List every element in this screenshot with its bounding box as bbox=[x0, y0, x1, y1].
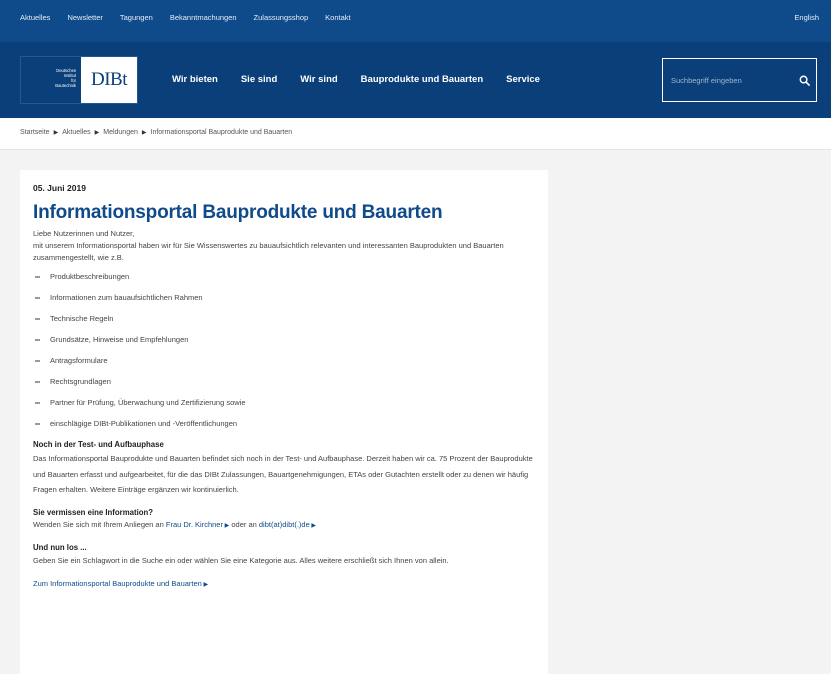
list-item: Antragsformulare bbox=[33, 354, 538, 375]
top-utility-bar: Aktuelles Newsletter Tagungen Bekanntmac… bbox=[0, 0, 831, 42]
search-input[interactable] bbox=[663, 59, 792, 101]
dash-bullet-icon bbox=[35, 423, 40, 425]
breadcrumb-startseite[interactable]: Startseite bbox=[20, 129, 50, 136]
breadcrumb-bar: Startseite ▶ Aktuelles ▶ Meldungen ▶ Inf… bbox=[0, 118, 831, 150]
breadcrumb: Startseite ▶ Aktuelles ▶ Meldungen ▶ Inf… bbox=[20, 129, 292, 136]
dash-bullet-icon bbox=[35, 402, 40, 404]
dash-bullet-icon bbox=[35, 276, 40, 278]
top-nav: Aktuelles Newsletter Tagungen Bekanntmac… bbox=[20, 13, 351, 22]
section-text-test-phase: Das Informationsportal Bauprodukte und B… bbox=[33, 454, 533, 494]
article-greeting: Liebe Nutzerinnen und Nutzer, bbox=[33, 229, 135, 238]
article-content: 05. Juni 2019 Informationsportal Bauprod… bbox=[33, 183, 538, 591]
chevron-right-icon: ▶ bbox=[94, 130, 100, 136]
main-header: Deutsches Institut für Bautechnik DIBt W… bbox=[0, 42, 831, 118]
search-button[interactable] bbox=[792, 59, 816, 101]
main-nav-wir-bieten[interactable]: Wir bieten bbox=[172, 74, 218, 85]
page-title: Informationsportal Bauprodukte und Bauar… bbox=[33, 202, 443, 223]
list-item: Informationen zum bauaufsichtlichen Rahm… bbox=[33, 291, 538, 312]
feature-list: Produktbeschreibungen Informationen zum … bbox=[33, 270, 538, 438]
top-nav-bekanntmachungen[interactable]: Bekanntmachungen bbox=[170, 13, 237, 22]
main-nav: Wir bieten Sie sind Wir sind Bauprodukte… bbox=[172, 74, 540, 85]
section-text-missing-info: Wenden Sie sich mit Ihrem Anliegen an Fr… bbox=[33, 519, 317, 529]
logo-institute-name: Deutsches Institut für Bautechnik bbox=[21, 57, 81, 103]
language-switch[interactable]: English bbox=[794, 13, 819, 22]
chevron-right-icon: ▶ bbox=[309, 522, 317, 529]
search-icon bbox=[799, 75, 810, 86]
section-text-get-started: Geben Sie ein Schlagwort in die Suche ei… bbox=[33, 555, 449, 565]
article-card: 05. Juni 2019 Informationsportal Bauprod… bbox=[20, 170, 548, 674]
chevron-right-icon: ▶ bbox=[222, 522, 230, 529]
main-nav-bauprodukte-bauarten[interactable]: Bauprodukte und Bauarten bbox=[361, 74, 483, 85]
dibt-logo[interactable]: Deutsches Institut für Bautechnik DIBt bbox=[20, 56, 138, 104]
main-nav-wir-sind[interactable]: Wir sind bbox=[300, 74, 337, 85]
dash-bullet-icon bbox=[35, 297, 40, 299]
section-heading-test-phase: Noch in der Test- und Aufbauphase bbox=[33, 440, 164, 449]
contact-link[interactable]: Frau Dr. Kirchner bbox=[166, 520, 223, 529]
chevron-right-icon: ▶ bbox=[201, 581, 209, 588]
chevron-right-icon: ▶ bbox=[141, 130, 147, 136]
chevron-right-icon: ▶ bbox=[53, 130, 59, 136]
search-box bbox=[662, 58, 817, 102]
main-nav-service[interactable]: Service bbox=[506, 74, 540, 85]
top-nav-zulassungsshop[interactable]: Zulassungsshop bbox=[254, 13, 309, 22]
top-nav-tagungen[interactable]: Tagungen bbox=[120, 13, 153, 22]
dash-bullet-icon bbox=[35, 339, 40, 341]
dash-bullet-icon bbox=[35, 318, 40, 320]
top-nav-kontakt[interactable]: Kontakt bbox=[325, 13, 350, 22]
list-item: Produktbeschreibungen bbox=[33, 270, 538, 291]
main-nav-sie-sind[interactable]: Sie sind bbox=[241, 74, 277, 85]
breadcrumb-meldungen[interactable]: Meldungen bbox=[103, 129, 138, 136]
list-item: Grundsätze, Hinweise und Empfehlungen bbox=[33, 333, 538, 354]
article-intro: mit unserem Informationsportal haben wir… bbox=[33, 241, 504, 262]
portal-link-row: Zum Informationsportal Bauprodukte und B… bbox=[33, 578, 538, 591]
article-date: 05. Juni 2019 bbox=[33, 183, 86, 193]
email-link[interactable]: dibt(at)dibt(.)de bbox=[259, 520, 310, 529]
top-nav-aktuelles[interactable]: Aktuelles bbox=[20, 13, 50, 22]
section-heading-missing-info: Sie vermissen eine Information? bbox=[33, 507, 154, 517]
top-nav-newsletter[interactable]: Newsletter bbox=[67, 13, 102, 22]
breadcrumb-aktuelles[interactable]: Aktuelles bbox=[62, 129, 90, 136]
dash-bullet-icon bbox=[35, 360, 40, 362]
list-item: Rechtsgrundlagen bbox=[33, 375, 538, 396]
section-heading-get-started: Und nun los ... bbox=[33, 542, 87, 552]
portal-link[interactable]: Zum Informationsportal Bauprodukte und B… bbox=[33, 579, 202, 588]
breadcrumb-current: Informationsportal Bauprodukte und Bauar… bbox=[150, 129, 293, 136]
list-item: Technische Regeln bbox=[33, 312, 538, 333]
list-item: Partner für Prüfung, Überwachung und Zer… bbox=[33, 396, 538, 417]
dash-bullet-icon bbox=[35, 381, 40, 383]
logo-wordmark: DIBt bbox=[81, 57, 137, 103]
list-item: einschlägige DIBt-Publikationen und -Ver… bbox=[33, 417, 538, 438]
